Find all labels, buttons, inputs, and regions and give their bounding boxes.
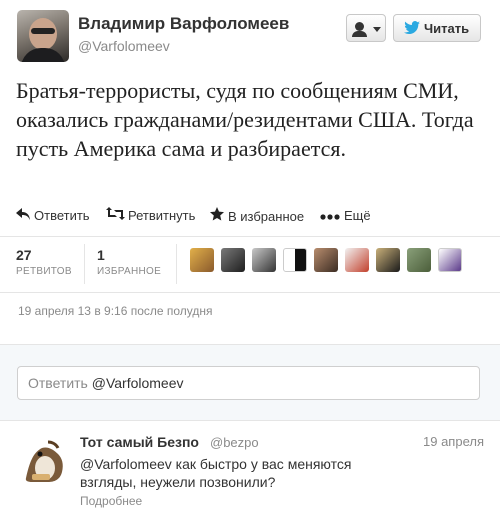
reply-input[interactable]: Ответить @Varfolomeev <box>17 366 480 400</box>
retweeter-avatar[interactable] <box>438 248 462 272</box>
twitter-bird-icon <box>404 21 420 38</box>
retweeter-avatar[interactable] <box>283 248 307 272</box>
reply-more-link[interactable]: Подробнее <box>80 494 142 508</box>
reply-input-handle: @Varfolomeev <box>91 375 184 391</box>
divider <box>0 344 500 345</box>
divider <box>84 244 85 284</box>
more-label: Ещё <box>344 208 371 223</box>
retweet-action[interactable]: Ретвитнуть <box>106 207 195 223</box>
tweet-text: Братья-террористы, судя по сообщениям СМ… <box>16 78 474 161</box>
more-dots-icon <box>320 207 344 223</box>
tweet-timestamp[interactable]: 19 апреля 13 в 9:16 после полудня <box>18 304 213 318</box>
retweeter-avatar[interactable] <box>376 248 400 272</box>
author-avatar[interactable] <box>17 10 69 62</box>
favorites-stat[interactable]: 1 ИЗБРАННОЕ <box>97 247 161 277</box>
reply-arrow-icon <box>16 207 34 223</box>
user-actions-menu-button[interactable] <box>346 14 386 42</box>
author-handle[interactable]: @Varfolomeev <box>78 38 170 54</box>
retweeter-avatar[interactable] <box>345 248 369 272</box>
follow-label: Читать <box>424 21 470 36</box>
retweeter-avatar[interactable] <box>314 248 338 272</box>
divider <box>0 236 500 237</box>
reply-author-handle[interactable]: @bezpo <box>210 435 259 450</box>
favorites-label: ИЗБРАННОЕ <box>97 266 162 277</box>
reply-input-placeholder: Ответить <box>28 375 88 391</box>
retweeter-avatar[interactable] <box>221 248 245 272</box>
favorite-label: В избранное <box>228 209 305 224</box>
more-action[interactable]: Ещё <box>320 207 371 223</box>
divider <box>0 420 500 421</box>
follow-button[interactable]: Читать <box>393 14 481 42</box>
reply-author-avatar[interactable] <box>18 434 70 486</box>
divider <box>176 244 177 284</box>
tweet-actions: Ответить Ретвитнуть В избранное Ещё <box>16 207 496 225</box>
favorites-count: 1 <box>97 247 105 263</box>
star-icon <box>210 207 228 224</box>
reply-date[interactable]: 19 апреля <box>423 434 484 449</box>
retweets-count: 27 <box>16 247 32 263</box>
retweets-stat[interactable]: 27 РЕТВИТОВ <box>16 247 72 277</box>
divider <box>0 292 500 293</box>
author-name[interactable]: Владимир Варфоломеев <box>78 14 289 34</box>
retweets-label: РЕТВИТОВ <box>16 266 72 277</box>
retweet-label: Ретвитнуть <box>128 208 196 223</box>
retweet-icon <box>106 207 128 223</box>
reply-action[interactable]: Ответить <box>16 207 90 223</box>
retweeter-avatar[interactable] <box>190 248 214 272</box>
chevron-down-icon <box>373 27 381 32</box>
retweeter-avatar[interactable] <box>407 248 431 272</box>
reply-text: @Varfolomeev как быстро у вас меняются в… <box>80 456 352 490</box>
retweeter-avatar[interactable] <box>252 248 276 272</box>
favorite-action[interactable]: В избранное <box>210 207 304 224</box>
reply-author-name[interactable]: Тот самый Безпо <box>80 434 199 450</box>
reply-label: Ответить <box>34 208 90 223</box>
